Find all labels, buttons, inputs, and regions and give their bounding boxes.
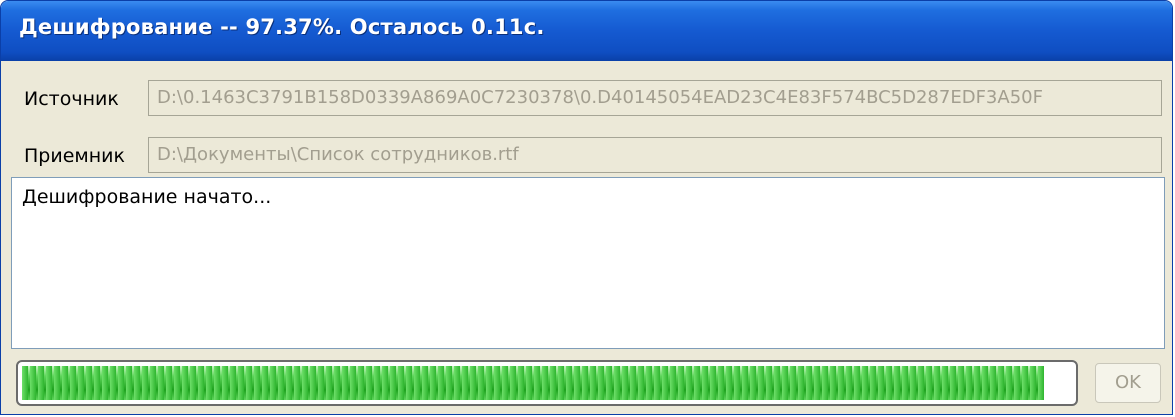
progress-bar xyxy=(16,360,1078,406)
destination-field[interactable]: D:\Документы\Список сотрудников.rtf xyxy=(148,137,1162,173)
progress-fill xyxy=(22,366,1045,400)
source-field[interactable]: D:\0.1463C3791B158D0339A869A0C7230378\0.… xyxy=(148,80,1162,116)
log-textarea[interactable]: Дешифрование начато... xyxy=(11,177,1165,349)
destination-label: Приемник xyxy=(24,145,125,167)
title-bar[interactable]: Дешифрование -- 97.37%. Осталось 0.11с. xyxy=(1,1,1172,61)
window-title: Дешифрование -- 97.37%. Осталось 0.11с. xyxy=(19,15,545,39)
ok-button[interactable]: OK xyxy=(1095,363,1161,403)
decryption-dialog: Дешифрование -- 97.37%. Осталось 0.11с. … xyxy=(0,0,1173,415)
source-label: Источник xyxy=(24,88,119,110)
